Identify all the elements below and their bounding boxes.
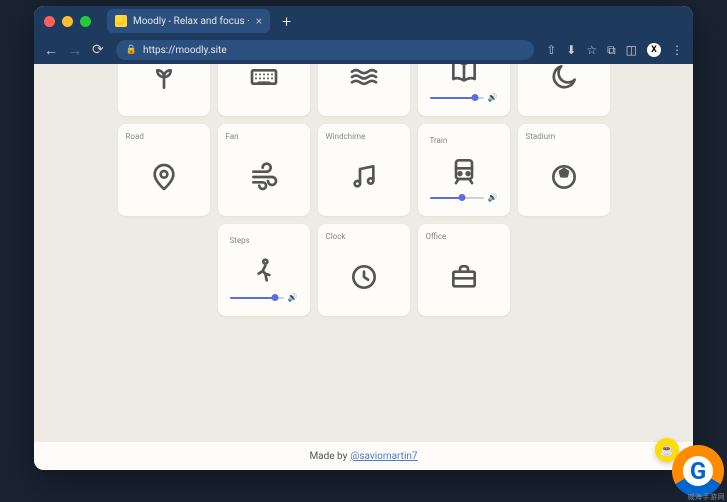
volume-slider[interactable] [430,197,484,199]
forward-button[interactable]: → [68,42,82,59]
sound-card-farm[interactable]: Farm [118,64,210,116]
address-bar-row: ← → ⟳ 🔒 https://moodly.site ⇧ ⬇ ☆ ⧉ ◫ X … [34,36,693,64]
footer-made: Made by [309,451,347,462]
minimize-window-button[interactable] [62,16,73,27]
extension-x-icon[interactable]: X [647,43,661,57]
card-label: Stadium [526,132,602,141]
sound-card-steps[interactable]: Steps 🔊 [218,224,310,316]
walking-icon [230,249,298,293]
buy-coffee-button[interactable]: ☕ [655,438,679,462]
briefcase-icon [426,245,502,308]
footer-author-link[interactable]: @saviomartin7 [350,451,417,462]
page-content: 🔊 Farm Keyboard Ocean [34,64,693,470]
keyboard-icon [226,64,302,108]
wind-icon [226,145,302,208]
book-icon [430,64,498,93]
tab-favicon: 🌙 [115,15,127,27]
new-tab-button[interactable]: + [282,12,291,31]
sound-card-ocean[interactable]: Ocean [318,64,410,116]
footer: Made by @saviomartin7 [34,442,693,470]
volume-icon: 🔊 [488,93,498,102]
traffic-lights [44,16,91,27]
tab-title: Moodly - Relax and focus · [133,16,250,27]
train-icon [430,149,498,193]
card-label: Train [430,136,498,145]
back-button[interactable]: ← [44,42,58,59]
moon-icon [526,64,602,108]
card-label: Fan [226,132,302,141]
card-label: Steps [230,236,298,245]
volume-slider[interactable] [430,97,484,99]
close-window-button[interactable] [44,16,55,27]
share-icon[interactable]: ⇧ [546,43,556,57]
sound-card-clock[interactable]: Clock [318,224,410,316]
browser-tab[interactable]: 🌙 Moodly - Relax and focus · × [107,9,270,33]
sound-card-library[interactable]: Library 🔊 [418,64,510,116]
tab-close-button[interactable]: × [256,14,262,28]
download-icon[interactable]: ⬇ [566,43,576,57]
sound-card-road[interactable]: Road [118,124,210,216]
sound-card-train[interactable]: Train 🔊 [418,124,510,216]
reload-button[interactable]: ⟳ [92,42,104,59]
waves-icon [326,64,402,108]
sidebar-icon[interactable]: ◫ [626,43,637,57]
volume-slider[interactable] [230,297,284,299]
volume-icon: 🔊 [288,293,298,302]
maximize-window-button[interactable] [80,16,91,27]
bookmark-icon[interactable]: ☆ [586,43,597,57]
coffee-icon: ☕ [660,443,675,457]
address-bar[interactable]: 🔒 https://moodly.site [116,40,534,60]
sound-card-night[interactable]: Night [518,64,610,116]
url-text: https://moodly.site [143,45,227,56]
reader-icon[interactable]: ⧉ [607,43,616,58]
soccer-icon [526,145,602,208]
card-label: Office [426,232,502,241]
volume-icon: 🔊 [488,193,498,202]
sound-card-fan[interactable]: Fan [218,124,310,216]
sound-card-windchime[interactable]: Windchime [318,124,410,216]
menu-icon[interactable]: ⋮ [671,43,683,57]
lock-icon: 🔒 [126,45,137,55]
sound-card-keyboard[interactable]: Keyboard [218,64,310,116]
clock-icon [326,245,402,308]
titlebar: 🌙 Moodly - Relax and focus · × + [34,6,693,36]
scroll-area[interactable]: 🔊 Farm Keyboard Ocean [34,64,693,470]
card-label: Clock [326,232,402,241]
watermark-text: 威海手游网 [688,492,726,502]
sprout-icon [126,64,202,108]
sound-card-office[interactable]: Office [418,224,510,316]
sound-card-stadium[interactable]: Stadium [518,124,610,216]
card-label: Windchime [326,132,402,141]
map-pin-icon [126,145,202,208]
card-label: Road [126,132,202,141]
music-icon [326,145,402,208]
